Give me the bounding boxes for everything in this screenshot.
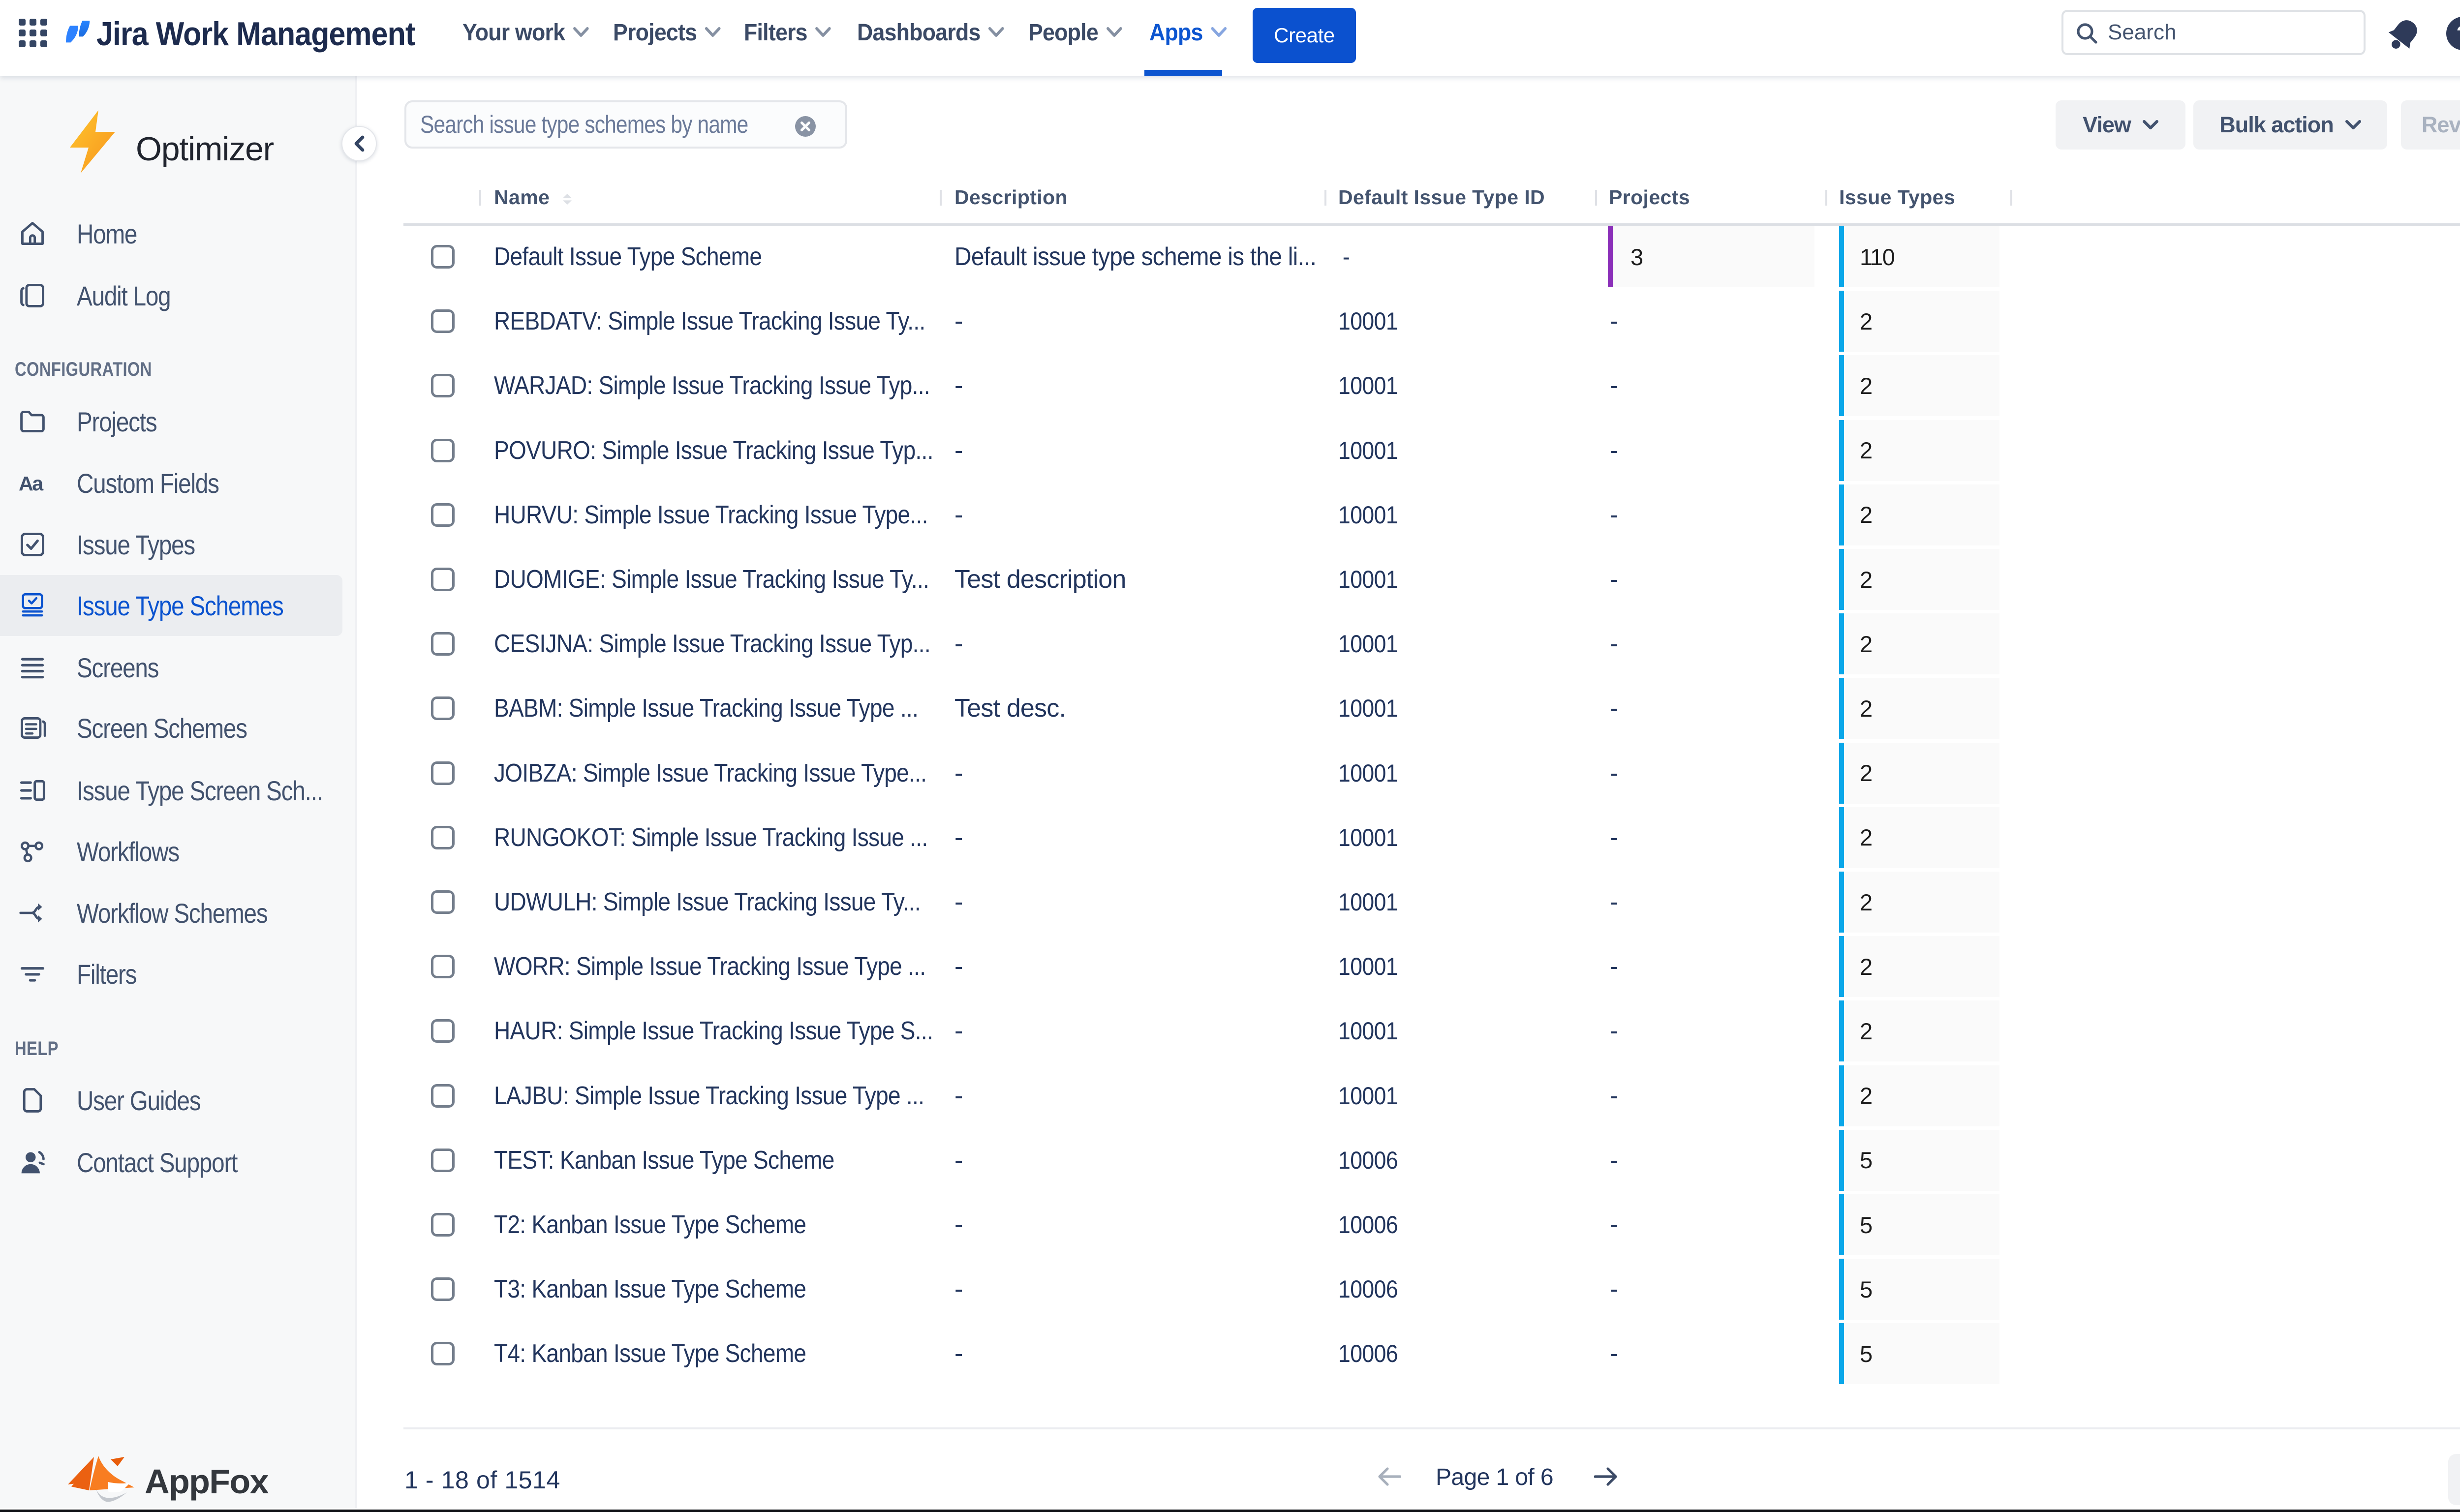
svg-text:Aa: Aa xyxy=(19,472,44,495)
svg-text:?: ? xyxy=(2457,22,2460,46)
